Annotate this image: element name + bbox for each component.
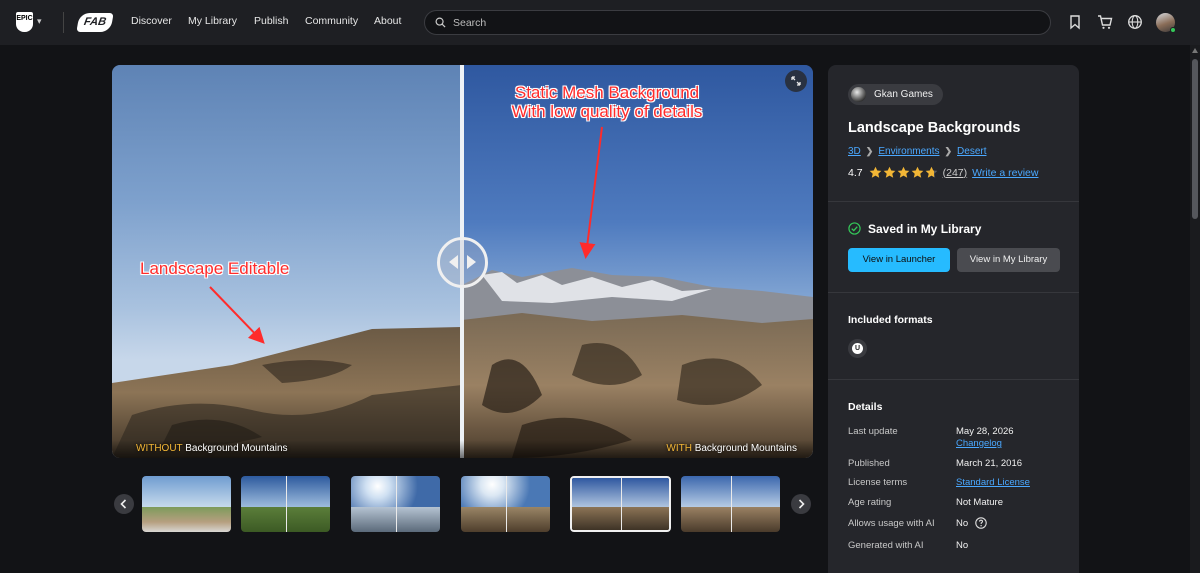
search-bar[interactable] (424, 10, 1051, 35)
seller-avatar (851, 87, 866, 102)
rating-row: 4.7 (247) Write a review (848, 166, 1038, 182)
search-input[interactable] (453, 15, 1033, 31)
license-terms-label: License terms (848, 477, 908, 488)
section-divider (828, 292, 1079, 293)
thumbnail-prev-button[interactable] (114, 494, 134, 514)
breadcrumb-desert[interactable]: Desert (957, 146, 986, 157)
ai-usage-label: Allows usage with AI (848, 518, 935, 529)
nav-link-about[interactable]: About (374, 15, 401, 27)
chevron-right-icon: ❯ (944, 146, 953, 156)
epic-games-logo[interactable]: EPIC (16, 12, 33, 32)
chevron-right-icon: ❯ (865, 146, 874, 156)
caption-text: Background Mountains (691, 443, 797, 454)
product-title: Landscape Backgrounds (848, 120, 1021, 136)
product-image-gallery[interactable]: Static Mesh Background With low quality … (112, 65, 813, 458)
generated-with-ai-label: Generated with AI (848, 540, 924, 551)
chevron-left-icon (120, 499, 127, 509)
star-icon (911, 166, 923, 178)
scrollbar-thumb[interactable] (1192, 59, 1198, 219)
star-icon (897, 166, 909, 178)
category-breadcrumb: 3D ❯ Environments ❯ Desert (848, 146, 986, 157)
annotation-arrows (209, 126, 603, 344)
nav-link-community[interactable]: Community (305, 15, 358, 27)
expand-icon (791, 76, 801, 86)
fab-logo[interactable]: FAB (76, 13, 114, 32)
star-icon (869, 166, 881, 178)
thumbnail-next-button[interactable] (791, 494, 811, 514)
included-formats-heading: Included formats (848, 314, 933, 326)
changelog-link[interactable]: Changelog (956, 438, 1002, 449)
chevron-right-icon (798, 499, 805, 509)
review-count-link[interactable]: (247) (943, 167, 968, 179)
view-in-launcher-button[interactable]: View in Launcher (848, 248, 950, 272)
published-label: Published (848, 458, 890, 469)
nav-link-publish[interactable]: Publish (254, 15, 288, 27)
published-value: March 21, 2016 (956, 458, 1023, 469)
caption-with-mountains: WITH Background Mountains (666, 443, 797, 454)
thumbnail-1[interactable] (142, 476, 231, 532)
chevron-down-icon[interactable]: ▾ (37, 16, 42, 27)
rating-value: 4.7 (848, 166, 863, 179)
last-update-label: Last update (848, 426, 898, 437)
top-navigation-bar: EPIC ▾ FAB Discover My Library Publish C… (0, 0, 1200, 45)
seller-chip[interactable]: Gkan Games (848, 84, 943, 105)
generated-with-ai-value: No (956, 540, 969, 551)
thumbnail-6[interactable] (681, 476, 780, 532)
thumbnail-5-selected[interactable] (570, 476, 671, 532)
standard-license-link[interactable]: Standard License (956, 477, 1030, 488)
seller-name: Gkan Games (874, 89, 933, 100)
caption-text: Background Mountains (182, 443, 288, 454)
bookmark-icon[interactable] (1066, 13, 1084, 31)
unreal-engine-icon: U (852, 343, 863, 354)
last-update-value: May 28, 2026 (956, 426, 1014, 437)
section-divider (828, 201, 1079, 202)
ai-usage-value: No (956, 518, 969, 529)
check-circle-icon (848, 222, 861, 235)
breadcrumb-environments[interactable]: Environments (878, 146, 939, 157)
annotation-arrow-left (209, 286, 265, 344)
caption-highlight: WITH (666, 443, 692, 454)
section-divider (828, 379, 1079, 380)
scroll-up-icon[interactable] (1192, 48, 1198, 53)
search-icon (435, 17, 446, 28)
age-rating-label: Age rating (848, 497, 892, 508)
annotation-arrow-right (579, 126, 603, 259)
unreal-engine-format-icon[interactable]: U (848, 339, 867, 358)
view-in-my-library-button[interactable]: View in My Library (957, 248, 1060, 272)
nav-divider (63, 12, 64, 33)
help-icon[interactable] (975, 517, 987, 529)
cart-icon[interactable] (1096, 13, 1114, 31)
star-half-icon (925, 166, 937, 178)
online-status-icon (1170, 27, 1176, 33)
write-review-link[interactable]: Write a review (972, 167, 1038, 179)
saved-in-library-label: Saved in My Library (868, 222, 982, 236)
caption-highlight: WITHOUT (136, 443, 183, 454)
thumbnail-3[interactable] (351, 476, 440, 532)
globe-icon[interactable] (1126, 13, 1144, 31)
thumbnail-4[interactable] (461, 476, 550, 532)
fullscreen-button[interactable] (785, 70, 807, 92)
thumbnail-2[interactable] (241, 476, 330, 532)
nav-link-my-library[interactable]: My Library (188, 15, 237, 27)
age-rating-value: Not Mature (956, 497, 1003, 508)
caption-without-mountains: WITHOUT Background Mountains (136, 443, 288, 454)
details-heading: Details (848, 401, 883, 413)
star-icon (883, 166, 895, 178)
breadcrumb-3d[interactable]: 3D (848, 146, 861, 157)
product-details-panel: Gkan Games Landscape Backgrounds 3D ❯ Envi… (828, 65, 1079, 573)
page-scrollbar[interactable] (1190, 45, 1200, 573)
nav-link-discover[interactable]: Discover (131, 15, 172, 27)
